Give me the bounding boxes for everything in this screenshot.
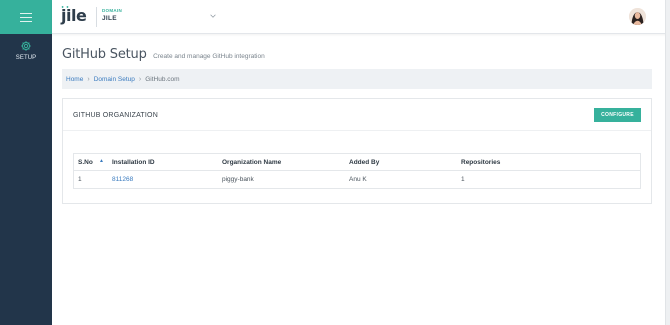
breadcrumb-home[interactable]: Home <box>66 76 83 83</box>
column-header-repositories[interactable]: Repositories <box>457 159 640 166</box>
cell-installation-id[interactable]: 811268 <box>108 176 218 183</box>
page-subtitle: Create and manage GitHub integration <box>153 53 265 60</box>
user-avatar-icon <box>629 8 646 25</box>
domain-value: JILE <box>102 15 117 22</box>
configure-button[interactable]: CONFIGURE <box>594 108 641 122</box>
page-header: GitHub Setup Create and manage GitHub in… <box>62 45 265 63</box>
hamburger-icon[interactable] <box>20 12 32 22</box>
sidebar-item-setup[interactable]: SETUP <box>0 40 52 70</box>
app-window: SETUP • • jile DOMAIN JILE GitHub Setup <box>0 0 670 325</box>
column-header-installation-id[interactable]: Installation ID <box>108 159 218 166</box>
breadcrumb-current: GitHub.com <box>145 75 180 83</box>
header-divider <box>96 7 97 27</box>
gear-icon <box>21 41 31 51</box>
installation-id-link[interactable]: 811268 <box>112 176 133 183</box>
card-title: GITHUB ORGANIZATION <box>73 112 158 119</box>
breadcrumb: Home › Domain Setup › GitHub.com <box>62 69 652 89</box>
domain-selector[interactable]: DOMAIN JILE <box>102 8 122 22</box>
cell-organization-name: piggy-bank <box>222 176 254 183</box>
organizations-table: S.No ▲ Installation ID Organization Name… <box>73 153 641 189</box>
sidebar: SETUP <box>0 0 52 325</box>
table-header-row: S.No ▲ Installation ID Organization Name… <box>74 154 640 171</box>
page-title: GitHub Setup <box>62 47 147 62</box>
github-organization-card: GITHUB ORGANIZATION CONFIGURE S.No ▲ Ins… <box>62 98 652 204</box>
chevron-right-icon: › <box>87 75 90 83</box>
divider <box>63 130 651 131</box>
column-header-added-by[interactable]: Added By <box>345 159 457 166</box>
table-row: 1 811268 piggy-bank Anu K 1 <box>74 171 640 188</box>
menu-toggle[interactable] <box>0 0 52 34</box>
top-header: • • jile DOMAIN JILE <box>52 0 670 34</box>
cell-repositories: 1 <box>461 176 465 183</box>
cell-sno: 1 <box>78 176 82 183</box>
logo[interactable]: • • jile <box>61 5 87 25</box>
chevron-down-icon[interactable] <box>210 14 216 18</box>
column-header-sno[interactable]: S.No ▲ <box>74 158 108 166</box>
sidebar-item-label: SETUP <box>15 55 37 61</box>
logo-dots: • • <box>61 5 70 11</box>
scrollbar[interactable] <box>665 0 670 325</box>
avatar[interactable] <box>629 8 646 25</box>
breadcrumb-domain-setup[interactable]: Domain Setup <box>94 76 135 83</box>
domain-label: DOMAIN <box>102 8 123 13</box>
cell-added-by: Anu K <box>349 176 367 183</box>
chevron-right-icon: › <box>138 75 142 83</box>
sort-asc-icon[interactable]: ▲ <box>99 158 104 164</box>
column-header-organization-name[interactable]: Organization Name <box>218 159 345 166</box>
